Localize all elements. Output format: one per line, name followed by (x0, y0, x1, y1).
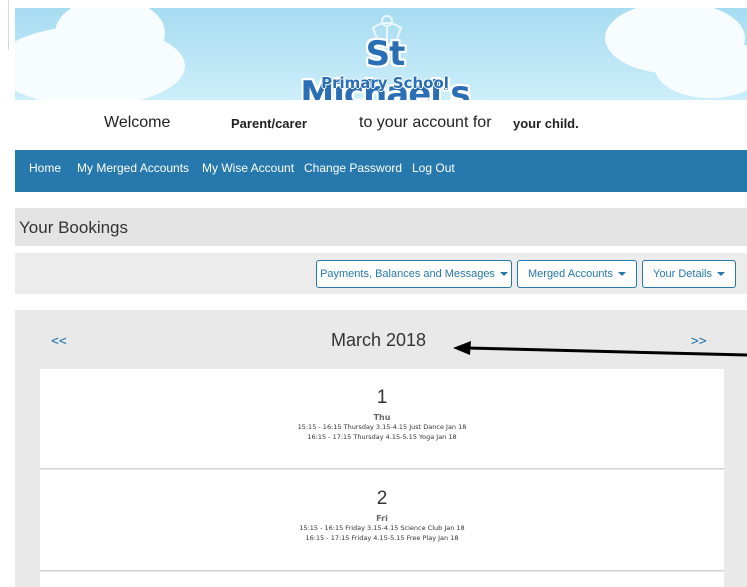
calendar-day-card: 2 Fri 15:15 - 16:15 Friday 3.15-4.15 Sci… (40, 470, 724, 571)
day-number: 2 (376, 488, 388, 509)
page-header-bar: Your Bookings (15, 208, 747, 246)
your-details-dropdown-label: Your Details (653, 268, 712, 280)
next-month-link[interactable]: >> (691, 334, 707, 349)
welcome-middle-text: to your account for (359, 114, 492, 131)
school-type: Primary School (321, 74, 449, 92)
payments-dropdown-label: Payments, Balances and Messages (320, 268, 495, 280)
caret-down-icon (716, 272, 725, 277)
calendar-month-title: March 2018 (331, 330, 427, 350)
page-title: Your Bookings (19, 218, 129, 237)
booking-session[interactable]: 15:15 - 16:15 Friday 3.15-4.15 Science C… (40, 523, 724, 533)
caret-down-icon (618, 272, 626, 277)
caret-down-icon (499, 272, 508, 277)
booking-session[interactable]: 16:15 - 17:15 Thursday 4.15-5.15 Yoga Ja… (40, 432, 724, 442)
school-logo: St Michael's Primary School (285, 12, 485, 100)
school-banner: St Michael's Primary School (15, 8, 747, 100)
toolbar: Payments, Balances and Messages Merged A… (15, 253, 747, 294)
booking-session[interactable]: 15:15 - 16:15 Thursday 3.15-4.15 Just Da… (40, 422, 724, 432)
booking-session[interactable]: 16:15 - 17:15 Friday 4.15-5.15 Free Play… (40, 533, 724, 543)
calendar-day-card-partial (40, 572, 724, 587)
nav-home[interactable]: Home (29, 161, 61, 175)
nav-my-merged-accounts[interactable]: My Merged Accounts (77, 161, 189, 175)
nav-my-wise-account[interactable]: My Wise Account (202, 161, 294, 175)
nav-log-out[interactable]: Log Out (412, 161, 455, 175)
your-details-dropdown-button[interactable]: Your Details (642, 260, 736, 288)
day-number: 1 (376, 387, 388, 408)
day-weekday: Thu (373, 413, 391, 422)
nav-change-password[interactable]: Change Password (304, 161, 402, 175)
previous-month-link[interactable]: << (51, 334, 67, 349)
payments-dropdown-button[interactable]: Payments, Balances and Messages (316, 260, 512, 288)
welcome-text: Welcome (104, 114, 171, 131)
page-edge-divider (0, 0, 9, 50)
merged-accounts-dropdown-button[interactable]: Merged Accounts (517, 260, 637, 288)
welcome-child: your child. (513, 116, 579, 131)
calendar-day-card: 1 Thu 15:15 - 16:15 Thursday 3.15-4.15 J… (40, 369, 724, 469)
main-navbar: Home My Merged Accounts My Wise Account … (15, 150, 747, 192)
cloud-right-puff (655, 38, 747, 98)
merged-accounts-dropdown-label: Merged Accounts (528, 268, 613, 280)
welcome-role: Parent/carer (231, 116, 307, 131)
day-weekday: Fri (376, 514, 388, 523)
